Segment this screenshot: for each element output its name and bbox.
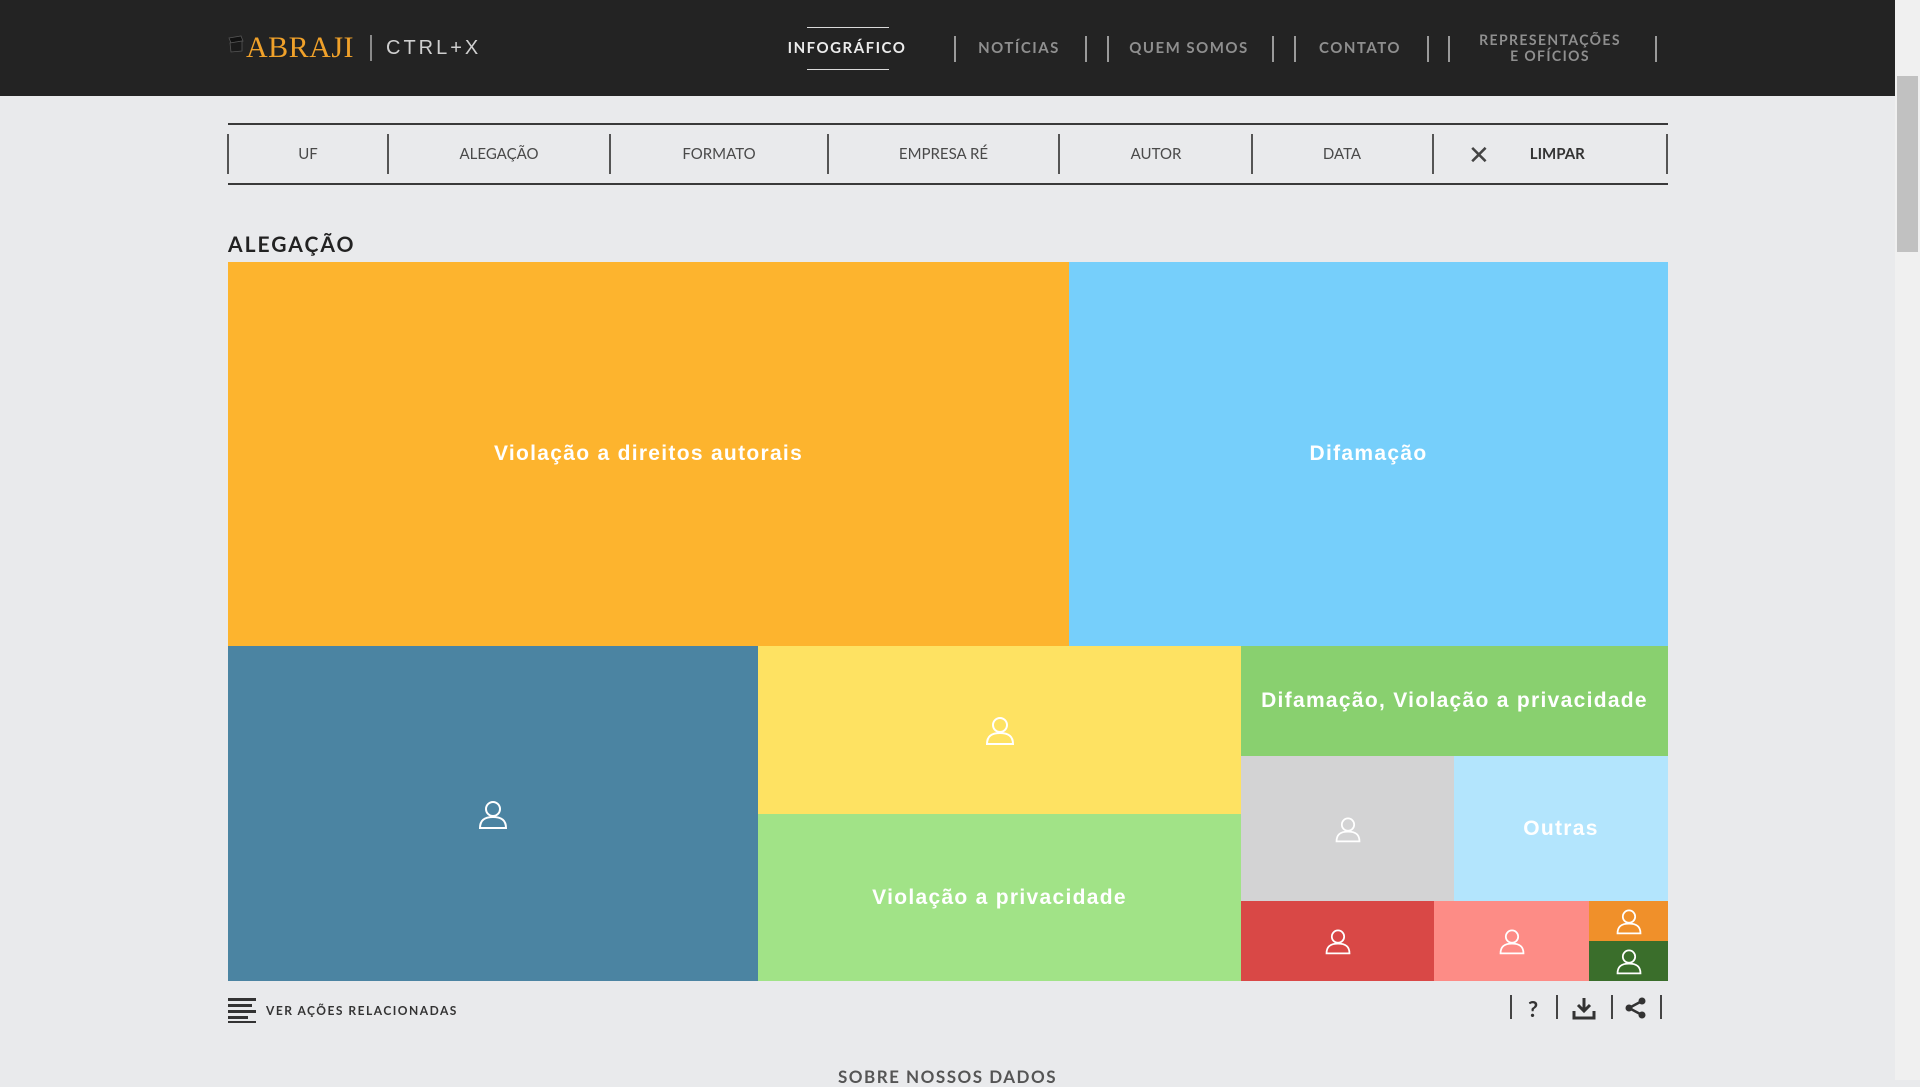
filter-label: DATA <box>1322 145 1362 163</box>
person-icon <box>1335 817 1360 842</box>
related-actions-label: VER AÇÕES RELACIONADAS <box>266 1002 458 1018</box>
treemap-cell-difamacao[interactable]: Difamação <box>1069 262 1668 646</box>
filter-uf[interactable]: UF <box>228 125 388 183</box>
cell-label: Violação a privacidade <box>872 885 1127 909</box>
nav-quem-somos[interactable]: QUEM SOMOS <box>1114 0 1264 96</box>
tool-divider <box>1611 995 1613 1019</box>
person-icon <box>1616 949 1641 975</box>
nav-label: QUEM SOMOS <box>1129 39 1249 57</box>
related-actions-link[interactable]: VER AÇÕES RELACIONADAS <box>228 995 458 1025</box>
treemap-cell-salmon[interactable] <box>1434 901 1589 981</box>
person-icon <box>1499 929 1524 955</box>
nav-noticias[interactable]: NOTÍCIAS <box>964 0 1074 96</box>
help-icon[interactable]: ? <box>1518 995 1548 1022</box>
filter-formato[interactable]: FORMATO <box>611 125 827 183</box>
nav-contato[interactable]: CONTATO <box>1305 0 1415 96</box>
logo-divider <box>370 35 373 61</box>
about-data-heading[interactable]: SOBRE NOSSOS DADOS <box>0 1066 1895 1087</box>
top-header: ABRAJI CTRL+X INFOGRÁFICO NOTÍCIAS QUEM … <box>0 0 1895 96</box>
chart-tools: ? <box>1508 995 1668 1025</box>
nav-divider <box>1085 36 1087 62</box>
nav-label-line1: REPRESENTAÇÕES <box>1479 31 1621 48</box>
filter-label: ALEGAÇÃO <box>459 145 539 163</box>
cell-label: Difamação, Violação a privacidade <box>1261 689 1648 712</box>
site-logo[interactable]: ABRAJI CTRL+X <box>228 28 481 68</box>
nav-divider <box>1448 36 1450 62</box>
treemap-cell-difamacao-violacao-privacidade[interactable]: Difamação, Violação a privacidade <box>1241 646 1668 756</box>
treemap-cell-outras[interactable]: Outras <box>1454 756 1668 901</box>
logo-subtitle: CTRL+X <box>386 36 482 59</box>
tool-divider <box>1660 995 1662 1019</box>
clear-filters-button[interactable]: ✕ LIMPAR <box>1468 125 1585 183</box>
nav-divider <box>954 36 956 62</box>
person-icon <box>478 800 508 829</box>
download-icon[interactable] <box>1569 995 1599 1021</box>
tool-divider <box>1556 995 1558 1019</box>
filter-data[interactable]: DATA <box>1253 125 1431 183</box>
cell-label: Outras <box>1523 816 1599 840</box>
cell-label: Difamação <box>1309 442 1428 465</box>
treemap-cell-blue[interactable] <box>228 646 758 981</box>
alegacao-treemap: Violação a direitos autorais Difamação V… <box>228 262 1668 981</box>
share-glyph <box>1625 997 1646 1019</box>
filter-empresa-re[interactable]: EMPRESA RÉ <box>829 125 1058 183</box>
filter-label: EMPRESA RÉ <box>898 145 989 163</box>
download-glyph <box>1572 998 1596 1020</box>
nav-label: INFOGRÁFICO <box>787 39 907 57</box>
list-icon <box>228 998 256 1023</box>
nav-divider <box>1294 36 1296 62</box>
person-icon <box>1616 909 1641 935</box>
filter-divider <box>1666 134 1668 174</box>
nav-label: REPRESENTAÇÕES E OFÍCIOS <box>1479 32 1621 64</box>
filter-divider <box>1432 134 1434 174</box>
nav-label: CONTATO <box>1319 39 1401 57</box>
treemap-cell-yellow[interactable] <box>758 646 1241 814</box>
filter-alegacao[interactable]: ALEGAÇÃO <box>389 125 609 183</box>
filter-label: FORMATO <box>682 145 756 163</box>
clear-label: LIMPAR <box>1529 145 1585 163</box>
treemap-cell-gray[interactable] <box>1241 756 1454 901</box>
nav-divider <box>1655 36 1657 62</box>
scrollbar-thumb[interactable] <box>1897 76 1918 252</box>
treemap-cell-violacao-privacidade[interactable]: Violação a privacidade <box>758 814 1241 981</box>
treemap-cell-orange[interactable] <box>1589 901 1668 941</box>
person-icon <box>985 717 1014 745</box>
nav-representacoes[interactable]: REPRESENTAÇÕES E OFÍCIOS <box>1460 0 1640 96</box>
close-icon: ✕ <box>1468 138 1490 170</box>
logo-mark-icon <box>228 35 244 53</box>
filter-label: AUTOR <box>1130 145 1182 163</box>
filter-autor[interactable]: AUTOR <box>1060 125 1252 183</box>
tool-divider <box>1510 995 1512 1019</box>
person-icon <box>1325 929 1350 955</box>
nav-divider <box>1272 36 1274 62</box>
nav-active-top-line <box>807 27 889 28</box>
treemap-cell-violacao-direitos-autorais[interactable]: Violação a direitos autorais <box>228 262 1069 646</box>
filter-label: UF <box>298 145 318 163</box>
nav-active-bottom-line <box>807 69 889 70</box>
treemap-cell-red[interactable] <box>1241 901 1434 981</box>
share-icon[interactable] <box>1621 995 1651 1021</box>
section-title: ALEGAÇÃO <box>228 232 356 257</box>
nav-divider <box>1427 36 1429 62</box>
nav-label-line2: E OFÍCIOS <box>1510 47 1590 64</box>
treemap-cell-dark-green[interactable] <box>1589 941 1668 981</box>
nav-divider <box>1107 36 1109 62</box>
cell-label: Violação a direitos autorais <box>493 442 804 465</box>
nav-label: NOTÍCIAS <box>978 39 1060 57</box>
filter-bar: UF ALEGAÇÃO FORMATO EMPRESA RÉ AUTOR DAT… <box>227 123 1668 185</box>
logo-text: ABRAJI <box>246 31 355 64</box>
nav-infografico[interactable]: INFOGRÁFICO <box>780 0 914 96</box>
